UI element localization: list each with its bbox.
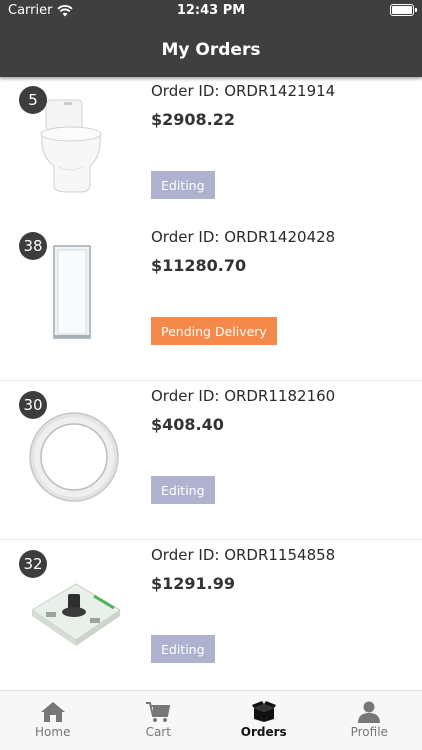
profile-icon <box>358 701 381 723</box>
order-price: $408.40 <box>151 415 224 434</box>
clock: 12:43 PM <box>176 3 246 18</box>
order-card[interactable]: 5 Order ID: ORDR1421914 $2908.22 Editing <box>0 77 422 235</box>
navigation-bar: My Orders <box>0 22 422 77</box>
order-price: $2908.22 <box>151 110 236 129</box>
tab-home[interactable]: Home <box>0 691 106 750</box>
tab-bar: Home Cart Orders Profile <box>0 690 422 750</box>
status-badge: Editing <box>151 476 215 504</box>
quantity-badge: 38 <box>19 232 47 260</box>
battery-icon <box>390 4 417 16</box>
quantity-badge: 5 <box>19 86 47 114</box>
cart-icon <box>146 702 171 722</box>
tab-cart[interactable]: Cart <box>106 691 212 750</box>
status-badge: Editing <box>151 635 215 663</box>
order-id: Order ID: ORDR1421914 <box>151 82 336 100</box>
order-id: Order ID: ORDR1420428 <box>151 228 336 246</box>
quantity-badge: 30 <box>19 391 47 419</box>
order-list[interactable]: 5 Order ID: ORDR1421914 $2908.22 Editing… <box>0 77 422 690</box>
quantity-badge: 32 <box>19 550 47 578</box>
tab-label: Home <box>35 725 71 739</box>
tab-profile[interactable]: Profile <box>317 691 422 750</box>
tab-label: Orders <box>240 725 287 739</box>
tab-orders[interactable]: Orders <box>211 691 317 750</box>
order-card[interactable]: 30 Order ID: ORDR1182160 $408.40 Editing <box>0 381 422 540</box>
status-bar: Carrier 12:43 PM <box>0 0 422 22</box>
order-price: $11280.70 <box>151 256 247 275</box>
order-card[interactable]: 32 Order ID: ORDR1154858 $1291.99 Editin… <box>0 540 422 690</box>
order-card[interactable]: 38 Order ID: ORDR1420428 $11280.70 Pendi… <box>0 222 422 381</box>
tab-label: Cart <box>145 725 171 739</box>
order-id: Order ID: ORDR1154858 <box>151 546 336 564</box>
tab-label: Profile <box>350 725 388 739</box>
box-icon <box>251 701 276 722</box>
order-price: $1291.99 <box>151 574 236 593</box>
page-title: My Orders <box>161 39 261 60</box>
status-badge: Pending Delivery <box>151 317 277 345</box>
home-icon <box>40 702 65 722</box>
order-id: Order ID: ORDR1182160 <box>151 387 336 405</box>
status-badge: Editing <box>151 171 215 199</box>
